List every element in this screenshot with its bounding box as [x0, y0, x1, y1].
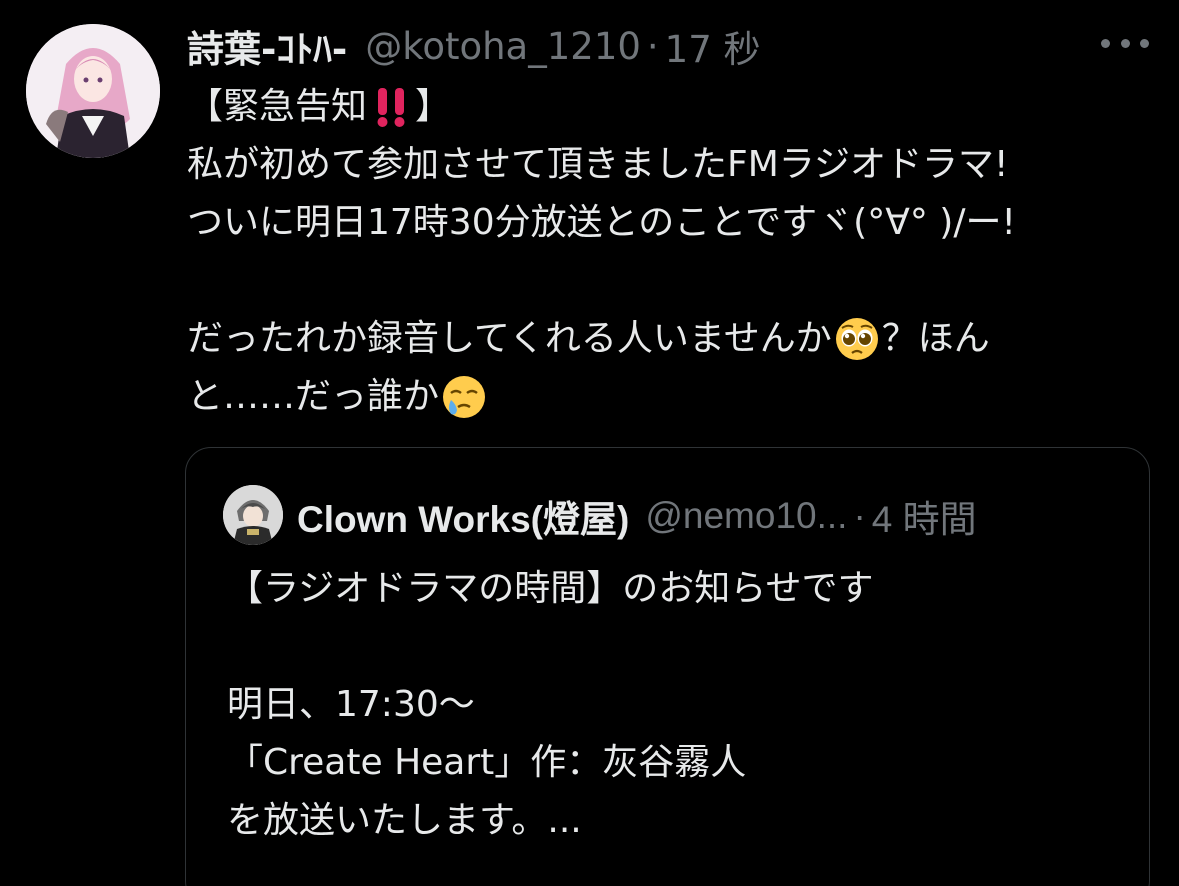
- quoted-tweet-timestamp[interactable]: 4 時間: [872, 489, 977, 543]
- tweet-line-text: 】: [415, 86, 452, 127]
- quoted-header-separator: ·: [853, 495, 866, 536]
- user-avatar-icon: [223, 485, 283, 545]
- quoted-line: 【ラジオドラマの時間】のお知らせです: [227, 568, 874, 609]
- tweet-line: ついに明日17時30分放送とのことですヾ(°∀° )/ー!: [187, 202, 1016, 243]
- tweet-line-text: 【緊急告知: [187, 86, 368, 127]
- ellipsis-icon[interactable]: [1101, 32, 1149, 54]
- quoted-tweet-card[interactable]: Clown Works(燈屋) @nemo10... · 4 時間 【ラジオドラ…: [185, 447, 1150, 886]
- quoted-author-display-name[interactable]: Clown Works(燈屋): [297, 489, 629, 543]
- tweet-line: 私が初めて参加させて頂きましたFMラジオドラマ!: [187, 144, 1009, 185]
- tweet-header: 詩葉-ｺﾄﾊ- @kotoha_1210 · 17 秒: [187, 20, 761, 72]
- ellipsis-dot: [1120, 38, 1130, 48]
- author-display-name[interactable]: 詩葉-ｺﾄﾊ-: [187, 19, 347, 73]
- tweet-line: と……だっ誰か: [187, 368, 1162, 426]
- pleading-face-emoji: [835, 318, 878, 360]
- quoted-line: 明日、17:30〜: [227, 684, 475, 725]
- tweet-line-text: ？ほん: [881, 318, 990, 359]
- tweet-line-text: だったれか録音してくれる人いませんか: [187, 318, 832, 359]
- tweet-line: だったれか録音してくれる人いませんか ？ほん: [187, 310, 1162, 368]
- tweet-timestamp[interactable]: 17 秒: [665, 19, 761, 73]
- quoted-line: 「Create Heart」作：灰谷霧人: [227, 742, 747, 783]
- header-separator: ·: [646, 24, 659, 68]
- tweet-line-text: と……だっ誰か: [187, 376, 440, 417]
- author-avatar[interactable]: [26, 24, 160, 158]
- quoted-tweet-text: 【ラジオドラマの時間】のお知らせです 明日、17:30〜 「Create Hea…: [227, 560, 1127, 850]
- quoted-author-handle[interactable]: @nemo10...: [645, 495, 847, 537]
- author-handle[interactable]: @kotoha_1210: [365, 25, 641, 68]
- quoted-author-avatar[interactable]: [223, 485, 283, 545]
- double-exclamation-emoji: [377, 88, 405, 127]
- tweet-text: 【緊急告知 】 私が初めて参加させて頂きましたFMラジオドラマ! ついに明日17…: [187, 78, 1162, 426]
- quoted-tweet-header: Clown Works(燈屋) @nemo10... · 4 時間: [297, 490, 977, 542]
- ellipsis-dot: [1101, 38, 1110, 48]
- face-holding-back-tears-emoji: [443, 376, 486, 418]
- tweet-line: 【緊急告知 】: [187, 78, 1162, 136]
- quoted-line: を放送いたします。...: [227, 800, 582, 841]
- quoted-blank-line: [227, 618, 1127, 676]
- user-avatar-icon: [26, 24, 160, 158]
- ellipsis-dot: [1140, 38, 1149, 48]
